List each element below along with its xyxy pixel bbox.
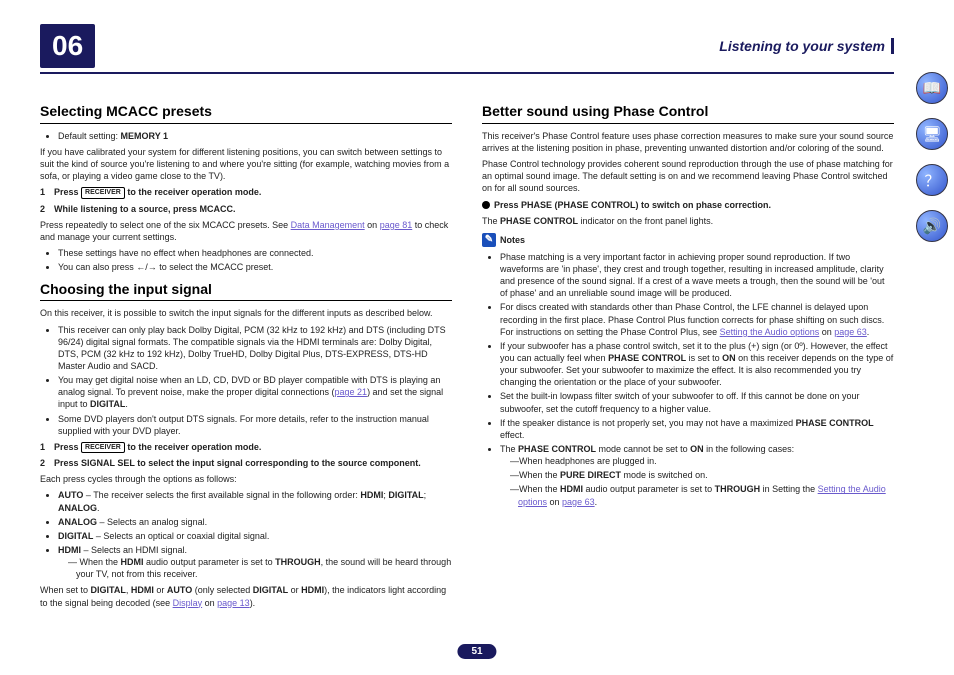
note-5: If the speaker distance is not properly … — [500, 417, 894, 441]
mcacc-note-arrows: You can also press ←/→ to select the MCA… — [58, 261, 452, 273]
input-intro: On this receiver, it is possible to swit… — [40, 307, 452, 319]
mcacc-intro: If you have calibrated your system for d… — [40, 146, 452, 182]
left-column: Selecting MCACC presets Default setting:… — [40, 96, 452, 613]
bullet-icon — [482, 201, 490, 209]
note-6: The PHASE CONTROL mode cannot be set to … — [500, 443, 894, 508]
opt-hdmi: HDMI – Selects an HDMI signal. When the … — [58, 544, 452, 580]
chapter-badge: 06 — [40, 24, 95, 68]
link-page-21[interactable]: page 21 — [335, 387, 368, 397]
opt-auto: AUTO – The receiver selects the first av… — [58, 489, 452, 513]
link-page-81[interactable]: page 81 — [380, 220, 413, 230]
link-page-63a[interactable]: page 63 — [834, 327, 867, 337]
note-4: Set the built-in lowpass filter switch o… — [500, 390, 894, 414]
hdmi-through-note: When the HDMI audio output parameter is … — [58, 556, 452, 580]
note-6-sub2: When the PURE DIRECT mode is switched on… — [500, 469, 894, 481]
link-display[interactable]: Display — [173, 598, 203, 608]
opt-analog: ANALOG – Selects an analog signal. — [58, 516, 452, 528]
mcacc-step2: 2 While listening to a source, press MCA… — [40, 203, 452, 215]
phase-p1: This receiver's Phase Control feature us… — [482, 130, 894, 154]
note-3: If your subwoofer has a phase control sw… — [500, 340, 894, 389]
page-number: 51 — [457, 644, 496, 659]
heading-phase-control: Better sound using Phase Control — [482, 102, 894, 124]
receiver-key-icon: RECEIVER — [81, 442, 125, 453]
input-note-noise: You may get digital noise when an LD, CD… — [58, 374, 452, 410]
default-setting: Default setting: MEMORY 1 — [58, 130, 452, 142]
mcacc-repeat: Press repeatedly to select one of the si… — [40, 219, 452, 243]
cycles-intro: Each press cycles through the options as… — [40, 473, 452, 485]
nav-faq-icon[interactable]: ？ — [916, 164, 948, 196]
section-title: Listening to your system — [719, 38, 894, 54]
mcacc-note-headphones: These settings have no effect when headp… — [58, 247, 452, 259]
link-page-13[interactable]: page 13 — [217, 598, 250, 608]
nav-units-icon[interactable]: 🔊 — [916, 210, 948, 242]
sidebar-nav: 📖 🖥 ？ 🔊 — [916, 72, 948, 242]
phase-indicator-note: The PHASE CONTROL indicator on the front… — [482, 215, 894, 227]
opt-digital: DIGITAL – Selects an optical or coaxial … — [58, 530, 452, 542]
notes-label: Notes — [500, 234, 525, 246]
note-6-sub1: When headphones are plugged in. — [500, 455, 894, 467]
heading-input-signal: Choosing the input signal — [40, 280, 452, 302]
input-note-dvd: Some DVD players don't output DTS signal… — [58, 413, 452, 437]
input-indicators: When set to DIGITAL, HDMI or AUTO (only … — [40, 584, 452, 608]
note-6-sub3: When the HDMI audio output parameter is … — [500, 483, 894, 507]
note-1: Phase matching is a very important facto… — [500, 251, 894, 300]
mcacc-step1: 1 Press RECEIVER to the receiver operati… — [40, 186, 452, 198]
phase-action: Press PHASE (PHASE CONTROL) to switch on… — [482, 199, 894, 211]
header-rule — [40, 72, 894, 74]
input-step1: 1 Press RECEIVER to the receiver operati… — [40, 441, 452, 453]
note-icon: ✎ — [482, 233, 496, 247]
nav-screen-icon[interactable]: 🖥 — [916, 118, 948, 150]
phase-p2: Phase Control technology provides cohere… — [482, 158, 894, 194]
input-step2: 2 Press SIGNAL SEL to select the input s… — [40, 457, 452, 469]
link-page-63b[interactable]: page 63 — [562, 497, 595, 507]
receiver-key-icon: RECEIVER — [81, 187, 125, 198]
link-audio-options-1[interactable]: Setting the Audio options — [720, 327, 820, 337]
heading-mcacc: Selecting MCACC presets — [40, 102, 452, 124]
link-data-management[interactable]: Data Management — [291, 220, 365, 230]
note-2: For discs created with standards other t… — [500, 301, 894, 337]
right-column: Better sound using Phase Control This re… — [482, 96, 894, 613]
nav-book-icon[interactable]: 📖 — [916, 72, 948, 104]
input-note-formats: This receiver can only play back Dolby D… — [58, 324, 452, 373]
